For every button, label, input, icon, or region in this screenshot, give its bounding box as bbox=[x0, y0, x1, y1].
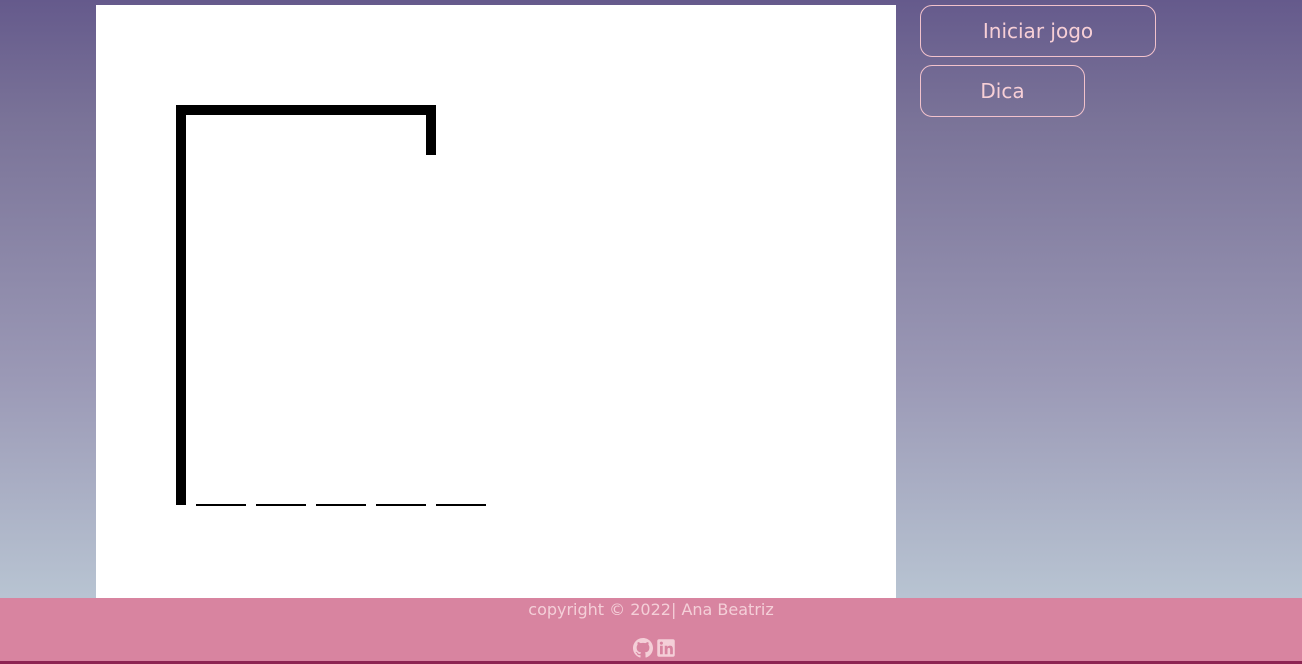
letter-slot bbox=[196, 504, 246, 506]
gallows-beam bbox=[176, 105, 436, 115]
gallows-rope bbox=[426, 105, 436, 155]
start-game-button[interactable]: Iniciar jogo bbox=[920, 5, 1156, 57]
game-board bbox=[96, 5, 896, 598]
gallows-post bbox=[176, 105, 186, 505]
footer: copyright © 2022| Ana Beatriz bbox=[0, 598, 1302, 661]
letter-slot bbox=[316, 504, 366, 506]
hint-button[interactable]: Dica bbox=[920, 65, 1085, 117]
letter-slots bbox=[196, 504, 486, 506]
letter-slot bbox=[436, 504, 486, 506]
github-icon[interactable] bbox=[633, 638, 653, 658]
letter-slot bbox=[256, 504, 306, 506]
copyright-text: copyright © 2022| Ana Beatriz bbox=[528, 600, 774, 619]
letter-slot bbox=[376, 504, 426, 506]
linkedin-icon[interactable] bbox=[656, 638, 676, 658]
social-links bbox=[633, 638, 676, 658]
